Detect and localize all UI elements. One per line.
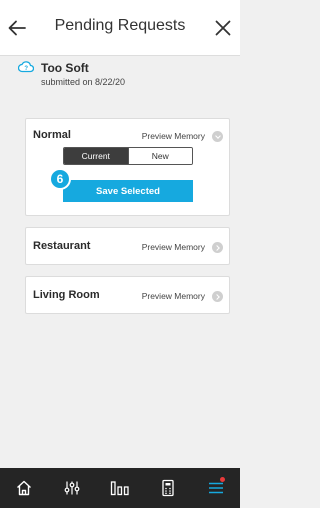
- page-title: Pending Requests: [54, 17, 186, 34]
- preview-memory-link[interactable]: Preview Memory: [142, 131, 205, 141]
- bars-icon: [110, 481, 129, 496]
- tab-menu[interactable]: [192, 468, 240, 508]
- cloud-alert-icon: ?: [17, 59, 35, 73]
- request-title: Too Soft: [41, 61, 89, 75]
- toggle-option-current[interactable]: Current: [64, 148, 128, 164]
- arrow-left-icon: [8, 20, 26, 36]
- toggle-option-new[interactable]: New: [127, 148, 192, 164]
- memory-card-normal[interactable]: Normal Preview Memory Current New Save S…: [25, 118, 230, 216]
- tab-remote[interactable]: [144, 468, 192, 508]
- sliders-icon: [64, 481, 80, 495]
- close-button[interactable]: [212, 17, 234, 39]
- memory-name: Normal: [33, 129, 71, 141]
- preview-memory-link[interactable]: Preview Memory: [142, 242, 205, 252]
- tab-adjust[interactable]: [48, 468, 96, 508]
- current-new-toggle[interactable]: Current New: [63, 147, 193, 165]
- tab-levels[interactable]: [96, 468, 144, 508]
- remote-icon: [162, 479, 174, 497]
- home-icon: [17, 480, 31, 496]
- preview-memory-link[interactable]: Preview Memory: [142, 291, 205, 301]
- request-submitted-date: submitted on 8/22/20: [41, 77, 126, 87]
- chevron-down-icon[interactable]: [212, 131, 223, 142]
- chevron-right-icon[interactable]: [212, 291, 223, 302]
- memory-name: Restaurant: [33, 240, 91, 252]
- svg-text:?: ?: [24, 66, 28, 72]
- bottom-tab-bar: [0, 468, 240, 508]
- step-number-badge: 6: [49, 168, 71, 190]
- notification-dot: [220, 477, 225, 482]
- memory-card-restaurant[interactable]: Restaurant Preview Memory: [25, 227, 230, 265]
- close-icon: [215, 20, 231, 36]
- back-button[interactable]: [6, 17, 28, 39]
- memory-name: Living Room: [33, 289, 100, 301]
- header-bar: Pending Requests: [0, 0, 240, 56]
- memory-card-living-room[interactable]: Living Room Preview Memory: [25, 276, 230, 314]
- tab-home[interactable]: [0, 468, 48, 508]
- save-selected-button[interactable]: Save Selected: [63, 180, 193, 202]
- chevron-right-icon[interactable]: [212, 242, 223, 253]
